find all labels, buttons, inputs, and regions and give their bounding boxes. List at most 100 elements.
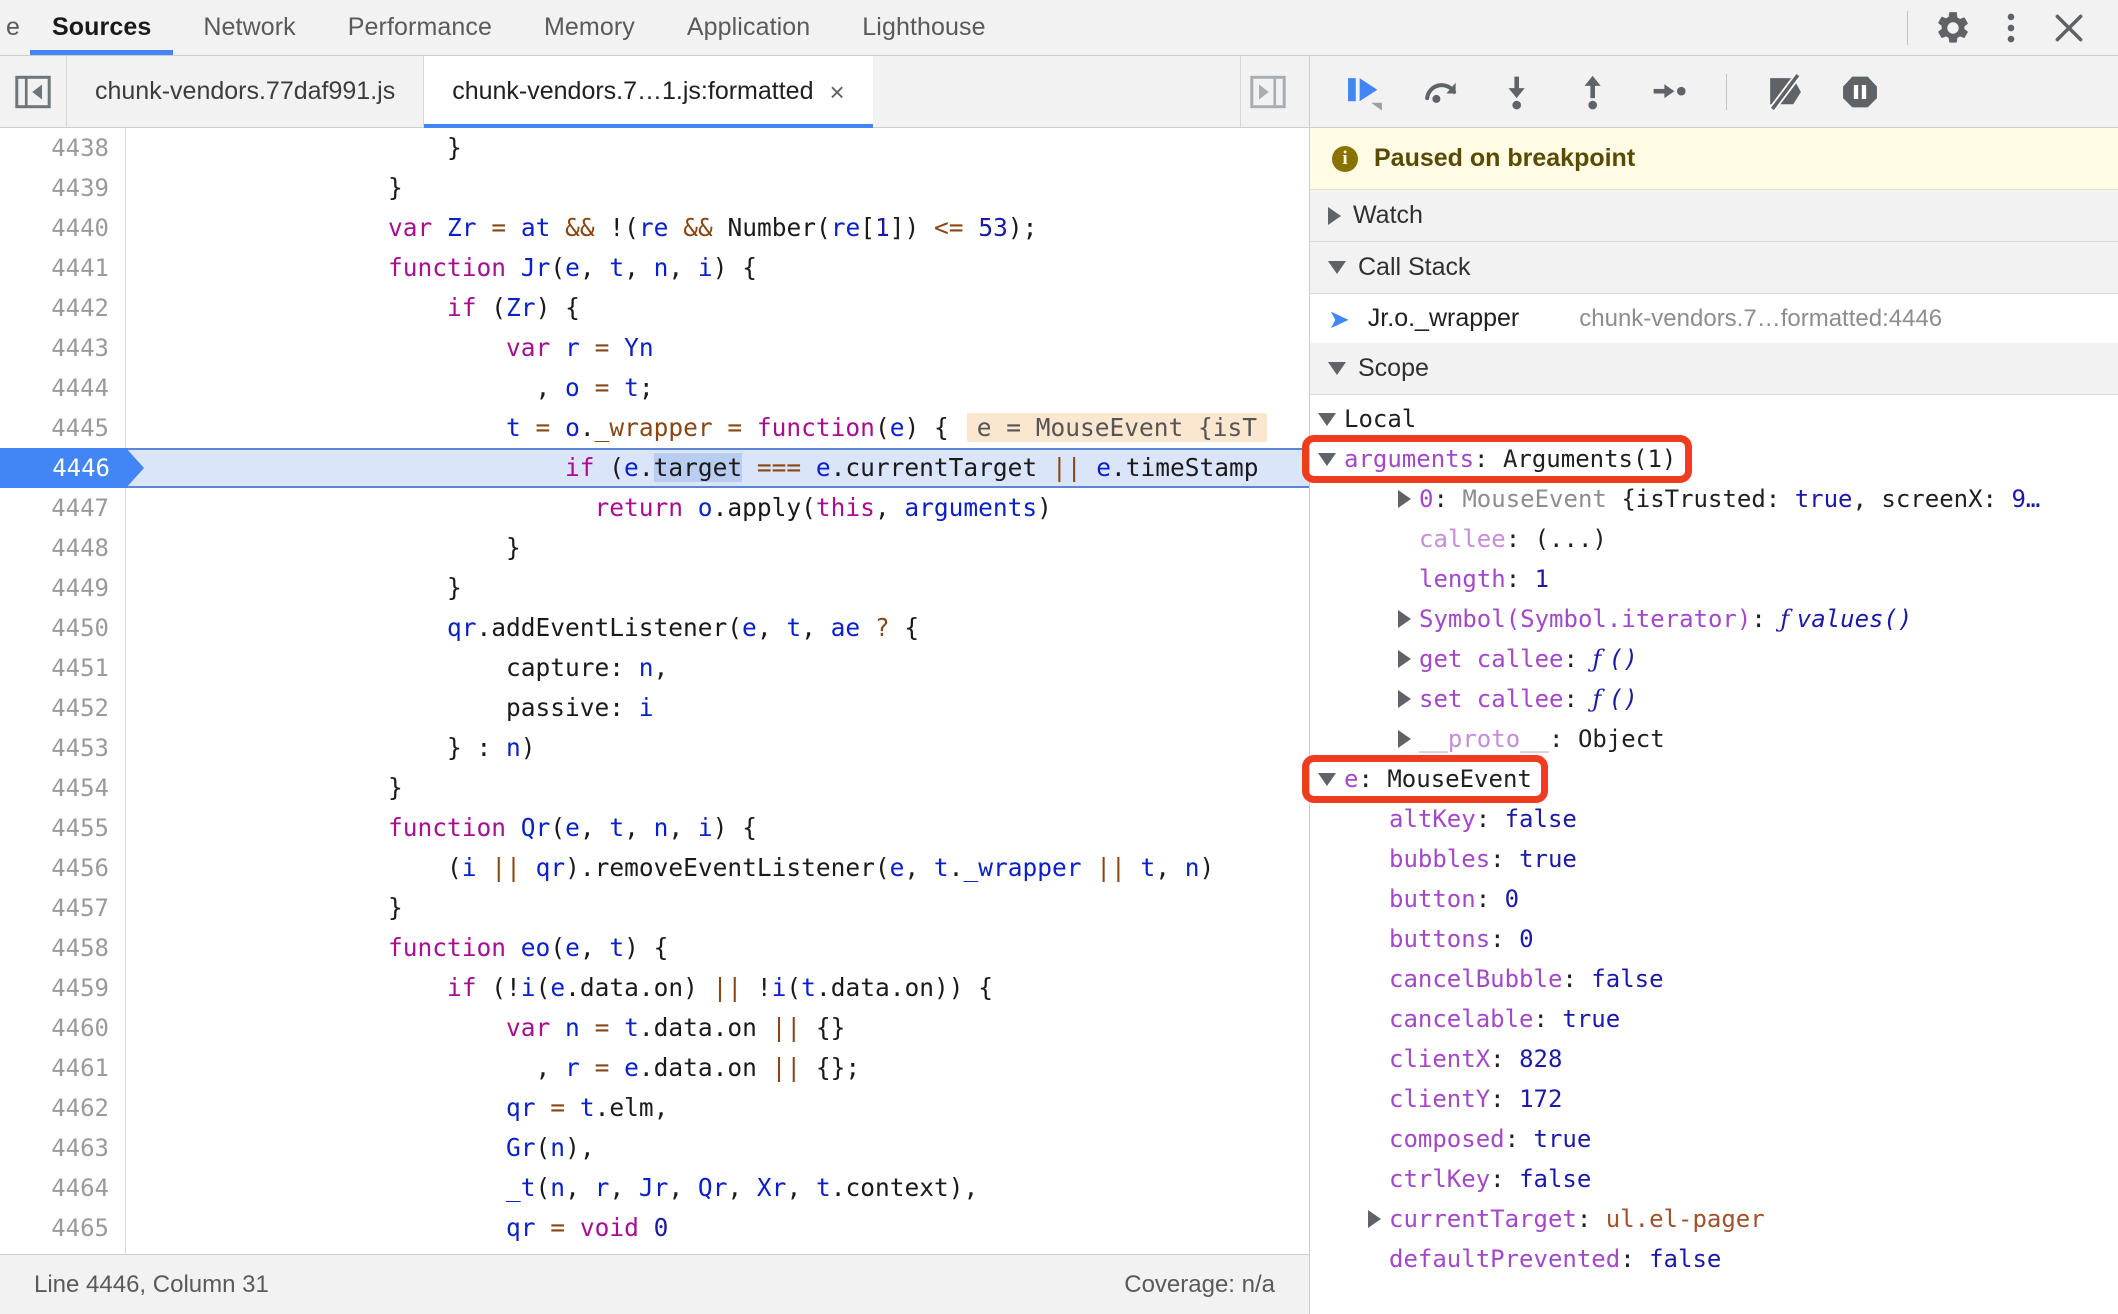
scope-row[interactable]: callee: (...) [1310, 519, 2118, 559]
scope-row[interactable]: defaultPrevented: false [1310, 1239, 2118, 1279]
line-number[interactable]: 4451 [0, 648, 126, 688]
scope-property-value: (...) [1534, 525, 1607, 553]
close-tab-icon[interactable]: × [829, 79, 844, 105]
chevron-right-icon[interactable] [1398, 610, 1411, 628]
line-number[interactable]: 4438 [0, 128, 126, 168]
line-number[interactable]: 4457 [0, 888, 126, 928]
chevron-right-icon[interactable] [1398, 690, 1411, 708]
scope-row[interactable]: altKey: false [1310, 799, 2118, 839]
line-number[interactable]: 4450 [0, 608, 126, 648]
line-number[interactable]: 4453 [0, 728, 126, 768]
file-tab[interactable]: chunk-vendors.7…1.js:formatted × [423, 56, 874, 128]
line-number[interactable]: 4447 [0, 488, 126, 528]
line-number[interactable]: 4460 [0, 1008, 126, 1048]
scope-row[interactable]: length: 1 [1310, 559, 2118, 599]
line-number[interactable]: 4448 [0, 528, 126, 568]
panel-tab-application[interactable]: Application [661, 0, 836, 55]
scope-tree[interactable]: Local arguments: Arguments(1) 0: MouseEven… [1310, 395, 2118, 1314]
line-number[interactable]: 4466 [0, 1248, 126, 1254]
chevron-right-icon[interactable] [1368, 1210, 1381, 1228]
chevron-down-icon[interactable] [1318, 412, 1336, 426]
code-token: } : [447, 733, 507, 762]
line-number[interactable]: 4459 [0, 968, 126, 1008]
code-token: e [550, 973, 566, 1002]
call-stack-section-header[interactable]: Call Stack [1310, 242, 2118, 294]
code-line: 4439 } [0, 168, 1309, 208]
chevron-right-icon[interactable] [1398, 490, 1411, 508]
line-number[interactable]: 4444 [0, 368, 126, 408]
chevron-right-icon[interactable] [1398, 730, 1411, 748]
code-line-text: } [126, 888, 403, 928]
code-line-text: qr.addEventListener(e, t, ae ? { [126, 608, 919, 648]
line-number[interactable]: 4439 [0, 168, 126, 208]
line-number[interactable]: 4456 [0, 848, 126, 888]
scope-section-header[interactable]: Scope [1310, 343, 2118, 395]
line-number[interactable]: 4445 [0, 408, 126, 448]
panel-tab-e[interactable]: e [0, 0, 26, 55]
line-number[interactable]: 4458 [0, 928, 126, 968]
scope-row[interactable]: ctrlKey: false [1310, 1159, 2118, 1199]
call-stack-frame[interactable]: ➤ Jr.o._wrapper chunk-vendors.7…formatte… [1310, 294, 2118, 343]
scope-row[interactable]: bubbles: true [1310, 839, 2118, 879]
line-number[interactable]: 4462 [0, 1088, 126, 1128]
step-into-icon[interactable] [1486, 63, 1548, 121]
show-navigator-icon[interactable] [0, 56, 66, 127]
scope-row[interactable]: Symbol(Symbol.iterator): ƒ values() [1310, 599, 2118, 639]
gear-icon[interactable] [1926, 1, 1980, 55]
scope-row[interactable]: 0: MouseEvent {isTrusted: true, screenX:… [1310, 479, 2118, 519]
scope-row[interactable]: set callee: ƒ () [1310, 679, 2118, 719]
line-number[interactable]: 4452 [0, 688, 126, 728]
line-number[interactable]: 4440 [0, 208, 126, 248]
scope-row[interactable]: Local [1310, 399, 2118, 439]
step-out-icon[interactable] [1562, 63, 1624, 121]
more-vertical-icon[interactable] [1984, 1, 2038, 55]
code-editor[interactable]: 4438 } 4439 } 4440 var Zr = at && !(re && … [0, 128, 1309, 1254]
show-debugger-icon[interactable] [1240, 56, 1309, 127]
scope-row[interactable]: clientY: 172 [1310, 1079, 2118, 1119]
chevron-right-icon[interactable] [1398, 650, 1411, 668]
scope-row[interactable]: buttons: 0 [1310, 919, 2118, 959]
code-token: e [815, 453, 831, 482]
line-number[interactable]: 4464 [0, 1168, 126, 1208]
chevron-down-icon[interactable] [1318, 452, 1336, 466]
chevron-down-icon[interactable] [1318, 772, 1336, 786]
code-token: , [579, 253, 610, 282]
panel-tab-network[interactable]: Network [177, 0, 321, 55]
scope-row[interactable]: cancelable: true [1310, 999, 2118, 1039]
watch-section-header[interactable]: Watch [1310, 190, 2118, 242]
file-tab[interactable]: chunk-vendors.77daf991.js [66, 56, 423, 127]
scope-row[interactable]: get callee: ƒ () [1310, 639, 2118, 679]
scope-row[interactable]: e: MouseEvent [1310, 759, 2118, 799]
line-number[interactable]: 4441 [0, 248, 126, 288]
scope-row[interactable]: clientX: 828 [1310, 1039, 2118, 1079]
panel-tab-lighthouse[interactable]: Lighthouse [836, 0, 1011, 55]
line-number[interactable]: 4463 [0, 1128, 126, 1168]
scope-row[interactable]: cancelBubble: false [1310, 959, 2118, 999]
line-number[interactable]: 4465 [0, 1208, 126, 1248]
line-number[interactable]: 4443 [0, 328, 126, 368]
scope-row[interactable]: button: 0 [1310, 879, 2118, 919]
step-icon[interactable] [1638, 63, 1700, 121]
code-line: 4443 var r = Yn [0, 328, 1309, 368]
line-number[interactable]: 4442 [0, 288, 126, 328]
scope-row[interactable]: __proto__: Object [1310, 719, 2118, 759]
scope-row[interactable]: currentTarget: ul.el-pager [1310, 1199, 2118, 1239]
line-number[interactable]: 4449 [0, 568, 126, 608]
panel-tab-sources[interactable]: Sources [26, 0, 177, 55]
resume-icon[interactable] [1334, 63, 1396, 121]
close-icon[interactable] [2042, 1, 2096, 55]
deactivate-breakpoints-icon[interactable] [1753, 63, 1815, 121]
line-number[interactable]: 4461 [0, 1048, 126, 1088]
panel-tab-memory[interactable]: Memory [518, 0, 661, 55]
panel-tab-performance[interactable]: Performance [322, 0, 518, 55]
step-over-icon[interactable] [1410, 63, 1472, 121]
pause-on-exceptions-icon[interactable] [1829, 63, 1891, 121]
code-line: 4460 var n = t.data.on || {} [0, 1008, 1309, 1048]
scope-property-name: altKey [1389, 805, 1476, 833]
panel-tab-label: Sources [52, 13, 152, 41]
line-number[interactable]: 4446 [0, 448, 126, 488]
line-number[interactable]: 4454 [0, 768, 126, 808]
scope-row[interactable]: arguments: Arguments(1) [1310, 439, 2118, 479]
line-number[interactable]: 4455 [0, 808, 126, 848]
scope-row[interactable]: composed: true [1310, 1119, 2118, 1159]
